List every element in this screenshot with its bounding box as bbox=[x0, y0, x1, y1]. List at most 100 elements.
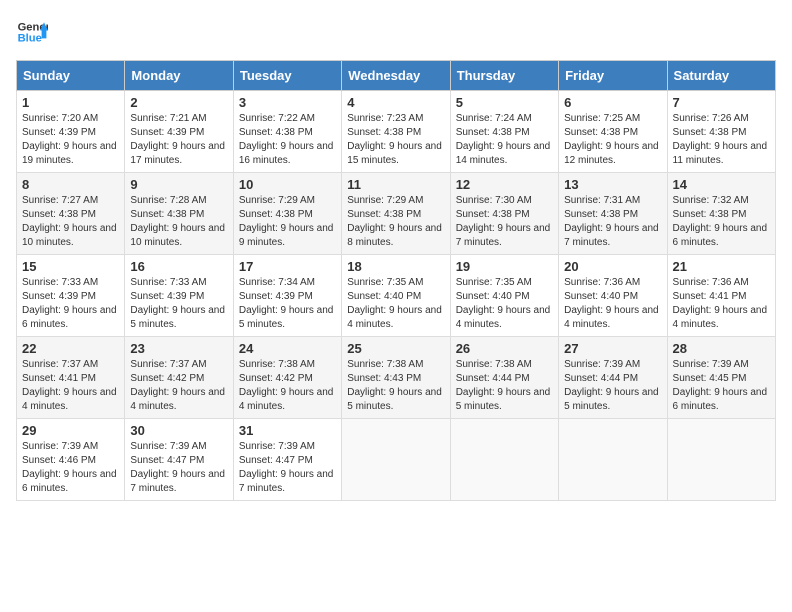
day-detail: Sunrise: 7:39 AM Sunset: 4:47 PM Dayligh… bbox=[130, 440, 227, 496]
day-number: 30 bbox=[130, 423, 227, 438]
calendar-header-sunday: Sunday bbox=[17, 61, 125, 91]
calendar-cell: 24 Sunrise: 7:38 AM Sunset: 4:42 PM Dayl… bbox=[233, 337, 341, 419]
day-number: 1 bbox=[22, 95, 119, 110]
calendar-cell bbox=[450, 419, 558, 501]
day-number: 4 bbox=[347, 95, 444, 110]
day-number: 22 bbox=[22, 341, 119, 356]
day-number: 9 bbox=[130, 177, 227, 192]
day-number: 18 bbox=[347, 259, 444, 274]
calendar-week-1: 1 Sunrise: 7:20 AM Sunset: 4:39 PM Dayli… bbox=[17, 91, 776, 173]
day-number: 17 bbox=[239, 259, 336, 274]
calendar-header-friday: Friday bbox=[559, 61, 667, 91]
day-detail: Sunrise: 7:25 AM Sunset: 4:38 PM Dayligh… bbox=[564, 112, 661, 168]
calendar-cell: 19 Sunrise: 7:35 AM Sunset: 4:40 PM Dayl… bbox=[450, 255, 558, 337]
day-number: 25 bbox=[347, 341, 444, 356]
day-detail: Sunrise: 7:38 AM Sunset: 4:44 PM Dayligh… bbox=[456, 358, 553, 414]
day-detail: Sunrise: 7:27 AM Sunset: 4:38 PM Dayligh… bbox=[22, 194, 119, 250]
calendar-cell: 16 Sunrise: 7:33 AM Sunset: 4:39 PM Dayl… bbox=[125, 255, 233, 337]
day-number: 26 bbox=[456, 341, 553, 356]
day-detail: Sunrise: 7:29 AM Sunset: 4:38 PM Dayligh… bbox=[239, 194, 336, 250]
day-detail: Sunrise: 7:38 AM Sunset: 4:42 PM Dayligh… bbox=[239, 358, 336, 414]
calendar-cell: 13 Sunrise: 7:31 AM Sunset: 4:38 PM Dayl… bbox=[559, 173, 667, 255]
day-detail: Sunrise: 7:22 AM Sunset: 4:38 PM Dayligh… bbox=[239, 112, 336, 168]
calendar-cell: 28 Sunrise: 7:39 AM Sunset: 4:45 PM Dayl… bbox=[667, 337, 775, 419]
day-detail: Sunrise: 7:39 AM Sunset: 4:47 PM Dayligh… bbox=[239, 440, 336, 496]
day-detail: Sunrise: 7:21 AM Sunset: 4:39 PM Dayligh… bbox=[130, 112, 227, 168]
logo-icon: General Blue bbox=[16, 16, 48, 48]
calendar-cell: 22 Sunrise: 7:37 AM Sunset: 4:41 PM Dayl… bbox=[17, 337, 125, 419]
day-number: 11 bbox=[347, 177, 444, 192]
calendar-week-3: 15 Sunrise: 7:33 AM Sunset: 4:39 PM Dayl… bbox=[17, 255, 776, 337]
calendar-cell: 7 Sunrise: 7:26 AM Sunset: 4:38 PM Dayli… bbox=[667, 91, 775, 173]
calendar-week-4: 22 Sunrise: 7:37 AM Sunset: 4:41 PM Dayl… bbox=[17, 337, 776, 419]
day-number: 5 bbox=[456, 95, 553, 110]
day-detail: Sunrise: 7:36 AM Sunset: 4:40 PM Dayligh… bbox=[564, 276, 661, 332]
calendar-cell: 3 Sunrise: 7:22 AM Sunset: 4:38 PM Dayli… bbox=[233, 91, 341, 173]
calendar-cell: 21 Sunrise: 7:36 AM Sunset: 4:41 PM Dayl… bbox=[667, 255, 775, 337]
day-number: 21 bbox=[673, 259, 770, 274]
calendar-cell: 8 Sunrise: 7:27 AM Sunset: 4:38 PM Dayli… bbox=[17, 173, 125, 255]
calendar-cell: 20 Sunrise: 7:36 AM Sunset: 4:40 PM Dayl… bbox=[559, 255, 667, 337]
calendar-cell: 12 Sunrise: 7:30 AM Sunset: 4:38 PM Dayl… bbox=[450, 173, 558, 255]
day-number: 14 bbox=[673, 177, 770, 192]
calendar-header-wednesday: Wednesday bbox=[342, 61, 450, 91]
calendar-cell bbox=[559, 419, 667, 501]
day-number: 13 bbox=[564, 177, 661, 192]
calendar-cell: 10 Sunrise: 7:29 AM Sunset: 4:38 PM Dayl… bbox=[233, 173, 341, 255]
calendar-cell: 9 Sunrise: 7:28 AM Sunset: 4:38 PM Dayli… bbox=[125, 173, 233, 255]
calendar-cell: 17 Sunrise: 7:34 AM Sunset: 4:39 PM Dayl… bbox=[233, 255, 341, 337]
svg-text:Blue: Blue bbox=[18, 33, 42, 45]
day-number: 15 bbox=[22, 259, 119, 274]
day-number: 2 bbox=[130, 95, 227, 110]
calendar-table: SundayMondayTuesdayWednesdayThursdayFrid… bbox=[16, 60, 776, 501]
calendar-cell: 11 Sunrise: 7:29 AM Sunset: 4:38 PM Dayl… bbox=[342, 173, 450, 255]
calendar-cell: 30 Sunrise: 7:39 AM Sunset: 4:47 PM Dayl… bbox=[125, 419, 233, 501]
day-detail: Sunrise: 7:28 AM Sunset: 4:38 PM Dayligh… bbox=[130, 194, 227, 250]
calendar-cell: 14 Sunrise: 7:32 AM Sunset: 4:38 PM Dayl… bbox=[667, 173, 775, 255]
day-number: 19 bbox=[456, 259, 553, 274]
day-detail: Sunrise: 7:30 AM Sunset: 4:38 PM Dayligh… bbox=[456, 194, 553, 250]
day-detail: Sunrise: 7:33 AM Sunset: 4:39 PM Dayligh… bbox=[130, 276, 227, 332]
day-detail: Sunrise: 7:37 AM Sunset: 4:42 PM Dayligh… bbox=[130, 358, 227, 414]
day-number: 28 bbox=[673, 341, 770, 356]
day-detail: Sunrise: 7:37 AM Sunset: 4:41 PM Dayligh… bbox=[22, 358, 119, 414]
day-detail: Sunrise: 7:39 AM Sunset: 4:44 PM Dayligh… bbox=[564, 358, 661, 414]
calendar-header-monday: Monday bbox=[125, 61, 233, 91]
day-detail: Sunrise: 7:32 AM Sunset: 4:38 PM Dayligh… bbox=[673, 194, 770, 250]
day-number: 10 bbox=[239, 177, 336, 192]
calendar-cell: 18 Sunrise: 7:35 AM Sunset: 4:40 PM Dayl… bbox=[342, 255, 450, 337]
day-detail: Sunrise: 7:35 AM Sunset: 4:40 PM Dayligh… bbox=[456, 276, 553, 332]
day-number: 27 bbox=[564, 341, 661, 356]
calendar-cell: 25 Sunrise: 7:38 AM Sunset: 4:43 PM Dayl… bbox=[342, 337, 450, 419]
calendar-cell bbox=[342, 419, 450, 501]
day-detail: Sunrise: 7:33 AM Sunset: 4:39 PM Dayligh… bbox=[22, 276, 119, 332]
calendar-cell: 26 Sunrise: 7:38 AM Sunset: 4:44 PM Dayl… bbox=[450, 337, 558, 419]
calendar-cell: 1 Sunrise: 7:20 AM Sunset: 4:39 PM Dayli… bbox=[17, 91, 125, 173]
day-number: 31 bbox=[239, 423, 336, 438]
calendar-cell: 31 Sunrise: 7:39 AM Sunset: 4:47 PM Dayl… bbox=[233, 419, 341, 501]
calendar-cell: 29 Sunrise: 7:39 AM Sunset: 4:46 PM Dayl… bbox=[17, 419, 125, 501]
calendar-header-row: SundayMondayTuesdayWednesdayThursdayFrid… bbox=[17, 61, 776, 91]
day-detail: Sunrise: 7:24 AM Sunset: 4:38 PM Dayligh… bbox=[456, 112, 553, 168]
day-number: 20 bbox=[564, 259, 661, 274]
calendar-cell: 27 Sunrise: 7:39 AM Sunset: 4:44 PM Dayl… bbox=[559, 337, 667, 419]
calendar-cell bbox=[667, 419, 775, 501]
calendar-week-2: 8 Sunrise: 7:27 AM Sunset: 4:38 PM Dayli… bbox=[17, 173, 776, 255]
calendar-week-5: 29 Sunrise: 7:39 AM Sunset: 4:46 PM Dayl… bbox=[17, 419, 776, 501]
day-number: 3 bbox=[239, 95, 336, 110]
day-detail: Sunrise: 7:39 AM Sunset: 4:46 PM Dayligh… bbox=[22, 440, 119, 496]
day-detail: Sunrise: 7:20 AM Sunset: 4:39 PM Dayligh… bbox=[22, 112, 119, 168]
day-number: 16 bbox=[130, 259, 227, 274]
day-number: 12 bbox=[456, 177, 553, 192]
day-number: 6 bbox=[564, 95, 661, 110]
logo: General Blue bbox=[16, 16, 48, 48]
calendar-header-thursday: Thursday bbox=[450, 61, 558, 91]
page-header: General Blue bbox=[16, 16, 776, 48]
day-number: 24 bbox=[239, 341, 336, 356]
calendar-header-saturday: Saturday bbox=[667, 61, 775, 91]
day-detail: Sunrise: 7:38 AM Sunset: 4:43 PM Dayligh… bbox=[347, 358, 444, 414]
day-detail: Sunrise: 7:26 AM Sunset: 4:38 PM Dayligh… bbox=[673, 112, 770, 168]
day-detail: Sunrise: 7:29 AM Sunset: 4:38 PM Dayligh… bbox=[347, 194, 444, 250]
calendar-cell: 6 Sunrise: 7:25 AM Sunset: 4:38 PM Dayli… bbox=[559, 91, 667, 173]
calendar-cell: 5 Sunrise: 7:24 AM Sunset: 4:38 PM Dayli… bbox=[450, 91, 558, 173]
